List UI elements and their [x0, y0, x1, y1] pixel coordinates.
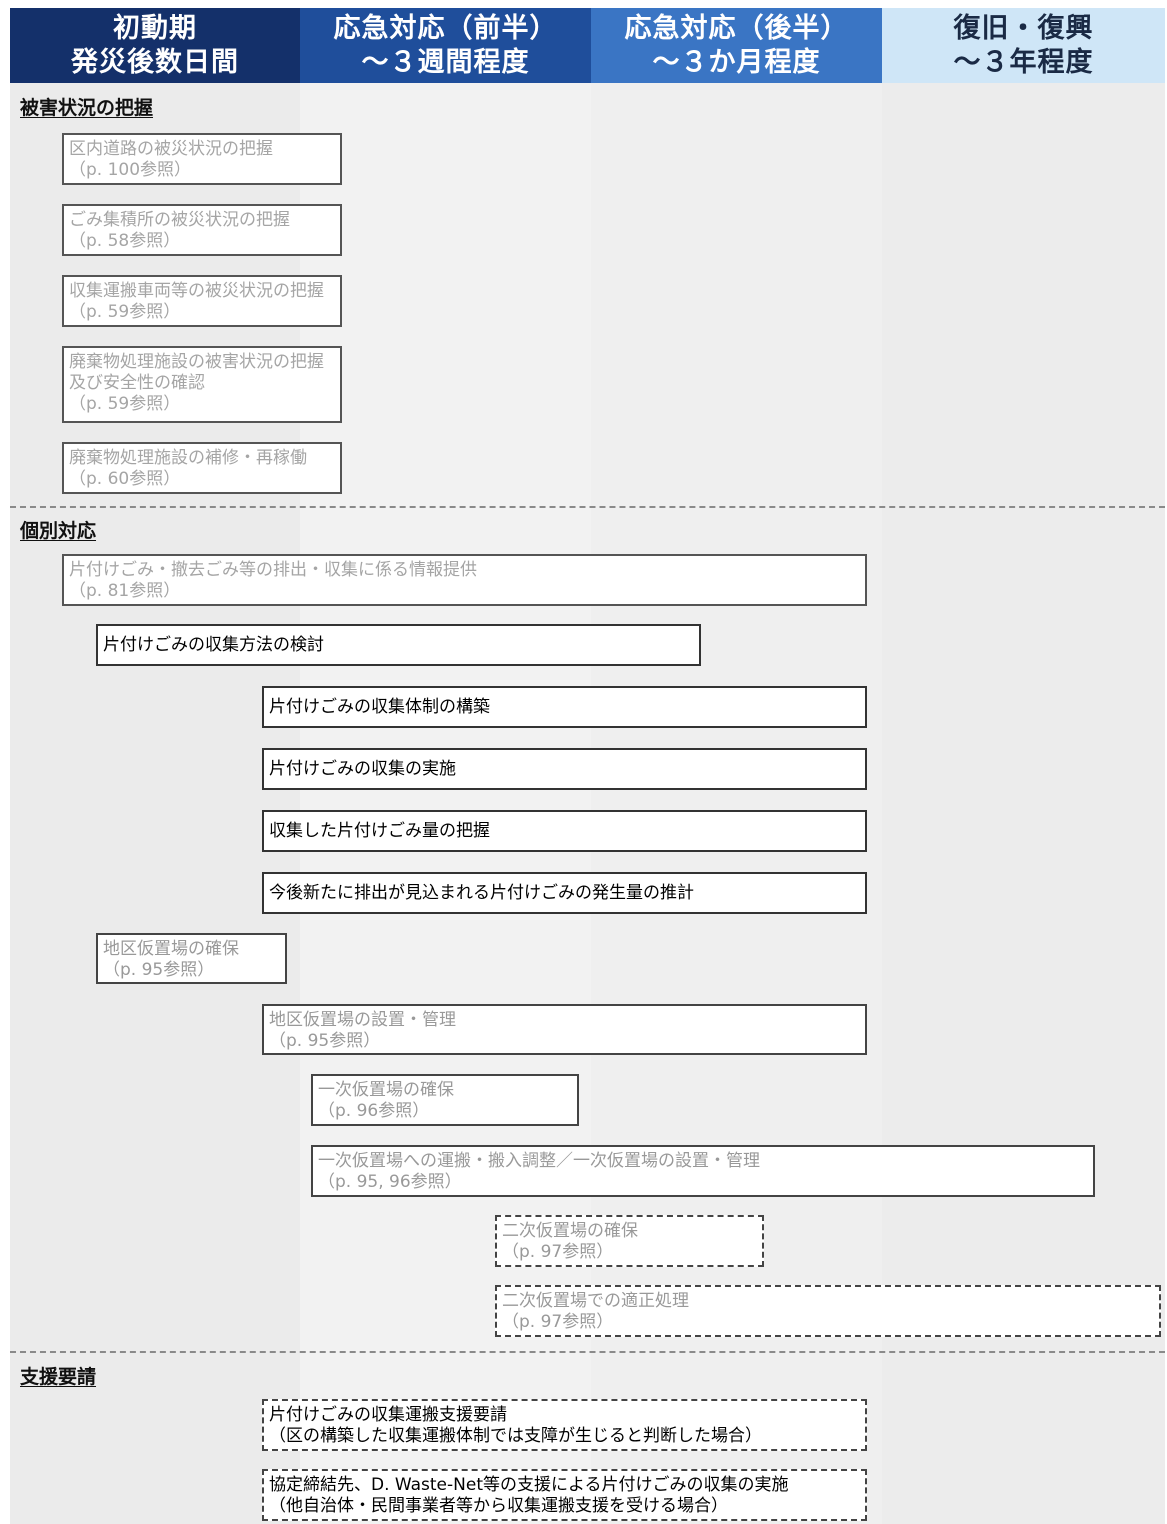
task-collected-amount: 収集した片付けごみ量の把握 [262, 810, 867, 852]
task-facility-damage-safety: 廃棄物処理施設の被害状況の把握 及び安全性の確認 （p. 59参照） [62, 346, 342, 423]
header-initial-phase: 初動期 発災後数日間 [10, 8, 300, 83]
task-secondary-site-secure: 二次仮置場の確保 （p. 97参照） [495, 1215, 764, 1267]
section-divider [10, 1351, 1165, 1353]
task-ref: （p. 97参照） [502, 1242, 614, 1262]
task-label: 収集運搬車両等の被災状況の把握 [69, 281, 324, 301]
task-condition: （区の構築した収集運搬体制では支障が生じると判断した場合） [269, 1426, 762, 1446]
task-secondary-site-processing: 二次仮置場での適正処理 （p. 97参照） [495, 1285, 1161, 1337]
header-initial-phase-period: 発災後数日間 [71, 46, 239, 78]
section-divider [10, 506, 1165, 508]
task-collection-system: 片付けごみの収集体制の構築 [262, 686, 867, 728]
task-label: 収集した片付けごみ量の把握 [269, 820, 490, 841]
task-label: 片付けごみの収集方法の検討 [103, 634, 324, 655]
task-label: 二次仮置場での適正処理 [502, 1291, 689, 1311]
task-label: 地区仮置場の設置・管理 [269, 1010, 456, 1030]
task-label: 廃棄物処理施設の被害状況の把握 [69, 352, 324, 372]
task-ref: （p. 81参照） [69, 581, 181, 601]
task-ref: （p. 59参照） [69, 302, 181, 322]
task-ref: （p. 95参照） [269, 1031, 381, 1051]
task-label: 二次仮置場の確保 [502, 1221, 638, 1241]
header-recovery: 復旧・復興 ～３年程度 [882, 8, 1165, 83]
task-label: 一次仮置場の確保 [318, 1080, 454, 1100]
task-label: 片付けごみの収集の実施 [269, 758, 456, 779]
task-label: 地区仮置場の確保 [103, 939, 239, 959]
header-emergency-first: 応急対応（前半） ～３週間程度 [300, 8, 591, 83]
task-collection-execution: 片付けごみの収集の実施 [262, 748, 867, 790]
task-support-request: 片付けごみの収集運搬支援要請 （区の構築した収集運搬体制では支障が生じると判断し… [262, 1399, 867, 1451]
task-label: 廃棄物処理施設の補修・再稼働 [69, 448, 307, 468]
task-label: 片付けごみの収集運搬支援要請 [269, 1405, 507, 1425]
section-individual-response: 個別対応 [20, 520, 97, 542]
task-generation-estimate: 今後新たに排出が見込まれる片付けごみの発生量の推計 [262, 872, 867, 914]
header-emergency-second-title: 応急対応（後半） [624, 12, 849, 44]
task-label: 片付けごみ・撤去ごみ等の排出・収集に係る情報提供 [69, 560, 477, 580]
task-info-provision: 片付けごみ・撤去ごみ等の排出・収集に係る情報提供 （p. 81参照） [62, 554, 867, 606]
task-ref: （p. 95, 96参照） [318, 1172, 462, 1192]
task-facility-repair: 廃棄物処理施設の補修・再稼働 （p. 60参照） [62, 442, 342, 494]
header-emergency-second-period: ～３か月程度 [652, 46, 821, 78]
task-vehicle-damage: 収集運搬車両等の被災状況の把握 （p. 59参照） [62, 275, 342, 327]
header-emergency-second: 応急対応（後半） ～３か月程度 [591, 8, 882, 83]
task-ref: （p. 100参照） [69, 160, 192, 180]
header-recovery-title: 復旧・復興 [953, 12, 1094, 44]
header-recovery-period: ～３年程度 [953, 46, 1094, 78]
section-support-request: 支援要請 [20, 1366, 97, 1388]
task-label: 片付けごみの収集体制の構築 [269, 696, 490, 717]
task-label-cont: 及び安全性の確認 [69, 373, 205, 393]
task-label: 一次仮置場への運搬・搬入調整／一次仮置場の設置・管理 [318, 1151, 760, 1171]
task-ref: （p. 58参照） [69, 231, 181, 251]
task-ref: （p. 60参照） [69, 469, 181, 489]
task-collection-point-damage: ごみ集積所の被災状況の把握 （p. 58参照） [62, 204, 342, 256]
task-supported-collection: 協定締結先、D. Waste-Net等の支援による片付けごみの収集の実施 （他自… [262, 1469, 867, 1521]
task-primary-site-secure: 一次仮置場の確保 （p. 96参照） [311, 1074, 579, 1126]
task-label: ごみ集積所の被災状況の把握 [69, 210, 290, 230]
header-emergency-first-period: ～３週間程度 [361, 46, 530, 78]
header-emergency-first-title: 応急対応（前半） [333, 12, 558, 44]
task-label: 今後新たに排出が見込まれる片付けごみの発生量の推計 [269, 882, 694, 903]
task-road-damage: 区内道路の被災状況の把握 （p. 100参照） [62, 133, 342, 185]
task-primary-site-manage: 一次仮置場への運搬・搬入調整／一次仮置場の設置・管理 （p. 95, 96参照） [311, 1145, 1095, 1197]
task-label: 区内道路の被災状況の把握 [69, 139, 273, 159]
task-condition: （他自治体・民間事業者等から収集運搬支援を受ける場合） [269, 1496, 728, 1516]
task-district-site-manage: 地区仮置場の設置・管理 （p. 95参照） [262, 1004, 867, 1055]
task-collection-method: 片付けごみの収集方法の検討 [96, 624, 701, 666]
task-ref: （p. 97参照） [502, 1312, 614, 1332]
task-ref: （p. 96参照） [318, 1101, 430, 1121]
section-damage-assessment: 被害状況の把握 [20, 97, 154, 119]
header-initial-phase-title: 初動期 [113, 12, 197, 44]
task-district-site-secure: 地区仮置場の確保 （p. 95参照） [96, 933, 287, 984]
task-ref: （p. 59参照） [69, 394, 181, 414]
task-label: 協定締結先、D. Waste-Net等の支援による片付けごみの収集の実施 [269, 1475, 789, 1495]
task-ref: （p. 95参照） [103, 960, 215, 980]
